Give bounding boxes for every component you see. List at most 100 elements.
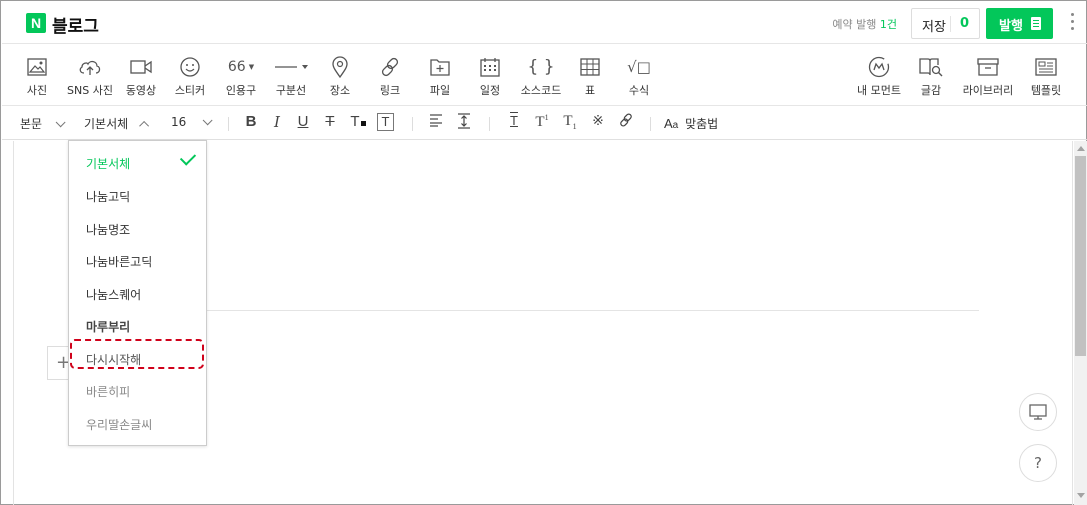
subscript-icon[interactable]: T1 [561, 113, 579, 131]
table-icon [578, 55, 602, 79]
background-color-icon[interactable]: T [377, 113, 394, 131]
toolbar-label: 템플릿 [1030, 84, 1062, 97]
more-options-icon[interactable] [1071, 13, 1075, 33]
link-icon [378, 55, 402, 79]
toolbar-sticker[interactable]: 스티커 [172, 45, 208, 105]
calendar-icon [478, 55, 502, 79]
book-search-icon [919, 55, 943, 79]
font-option-nanum-myeongjo[interactable]: 나눔명조 [86, 221, 130, 238]
align-left-icon[interactable] [427, 113, 445, 131]
save-label: 저장 [922, 20, 946, 35]
monitor-icon [1029, 404, 1047, 420]
insert-toolbar: 사진 SNS 사진 동영상 스티커 66 ▼ 인용구 구분선 장소 링크 파일 … [2, 45, 1087, 106]
toolbar-source-code[interactable]: { } 소스코드 [517, 45, 565, 105]
spellcheck-button[interactable]: Aa 맞춤법 [664, 115, 718, 132]
toolbar-label: 사진 [26, 84, 48, 97]
italic-icon[interactable]: I [268, 113, 286, 131]
formula-icon: √□ [627, 58, 651, 76]
strikethrough-icon[interactable]: T [321, 113, 339, 130]
font-option-urittal-handwriting[interactable]: 우리딸손글씨 [86, 416, 152, 433]
toolbar-divider[interactable]: 구분선 [272, 45, 310, 105]
scroll-down-arrow-icon[interactable] [1077, 493, 1085, 498]
format-divider [650, 117, 651, 131]
app-title[interactable]: 블로그 [52, 12, 99, 37]
toolbar-label: 표 [584, 84, 596, 97]
scroll-thumb[interactable] [1075, 156, 1086, 356]
toolbar-label: 내 모먼트 [857, 84, 901, 97]
toolbar-label: 파일 [429, 84, 451, 97]
quote-glyph: 66 [227, 59, 246, 75]
video-icon [129, 55, 153, 79]
scroll-up-arrow-icon[interactable] [1077, 146, 1085, 151]
help-button[interactable]: ? [1019, 444, 1057, 482]
save-divider [950, 16, 951, 32]
font-size-select[interactable]: 16 [171, 115, 213, 129]
font-option-barun-hippie[interactable]: 바른히피 [86, 383, 130, 400]
checkmark-icon [179, 149, 197, 166]
font-option-nanum-barun-gothic[interactable]: 나눔바른고딕 [86, 253, 152, 270]
toolbar-table[interactable]: 표 [575, 45, 605, 105]
map-pin-icon [328, 55, 352, 79]
toolbar-photo[interactable]: 사진 [22, 45, 52, 105]
font-option-nanum-square[interactable]: 나눔스퀘어 [86, 286, 141, 303]
template-icon [1034, 55, 1058, 79]
font-color-icon[interactable]: T [349, 113, 367, 130]
font-option-nanum-gothic[interactable]: 나눔고딕 [86, 188, 130, 205]
preview-button[interactable] [1019, 393, 1057, 431]
code-braces-icon: { } [527, 57, 555, 77]
font-option-maruburi[interactable]: 마루부리 [86, 318, 130, 335]
toolbar-template[interactable]: 템플릿 [1024, 45, 1068, 105]
underline-icon[interactable]: U [294, 113, 312, 130]
toolbar-quote[interactable]: 66 ▼ 인용구 [222, 45, 260, 105]
toolbar-file[interactable]: 파일 [424, 45, 456, 105]
naver-logo-icon[interactable]: N [26, 13, 46, 33]
font-family-select[interactable]: 기본서체 [84, 115, 150, 132]
publish-label: 발행 [999, 19, 1023, 34]
format-divider [489, 117, 490, 131]
font-option-label: 기본서체 [86, 157, 131, 171]
font-family-value: 기본서체 [84, 117, 129, 131]
vertical-scrollbar[interactable] [1074, 141, 1087, 505]
draft-count[interactable]: 0 [960, 16, 969, 31]
smiley-icon [178, 55, 202, 79]
top-bar: N 블로그 예약 발행 1건 저장 0 발행 [2, 2, 1087, 44]
toolbar-my-moment[interactable]: 내 모먼트 [854, 45, 904, 105]
toolbar-label: 링크 [379, 84, 401, 97]
toolbar-label: 장소 [329, 84, 351, 97]
toolbar-label: 스티커 [174, 84, 206, 97]
toolbar-label: 글감 [920, 84, 942, 97]
toolbar-label: 수식 [628, 84, 650, 97]
toolbar-label: 라이브러리 [962, 84, 1014, 97]
bold-icon[interactable]: B [242, 113, 260, 130]
chevron-up-icon [139, 120, 150, 131]
save-button[interactable]: 저장 0 [911, 8, 980, 39]
archive-icon [976, 55, 1000, 79]
toolbar-place[interactable]: 장소 [324, 45, 356, 105]
publish-button[interactable]: 발행 [986, 8, 1053, 39]
toolbar-formula[interactable]: √□ 수식 [622, 45, 656, 105]
cloud-upload-icon [78, 55, 102, 79]
reserved-posts-link[interactable]: 예약 발행 1건 [832, 16, 897, 32]
special-char-icon[interactable]: ※ [589, 113, 607, 129]
letter-spacing-icon[interactable]: T [505, 113, 523, 128]
line-height-icon[interactable] [455, 113, 473, 133]
font-option-basic[interactable]: 기본서체 [86, 155, 130, 172]
toolbar-schedule[interactable]: 일정 [474, 45, 506, 105]
toolbar-label: 구분선 [275, 84, 307, 97]
toolbar-label: 일정 [479, 84, 501, 97]
toolbar-link[interactable]: 링크 [374, 45, 406, 105]
file-plus-icon [428, 55, 452, 79]
editor-window: N 블로그 예약 발행 1건 저장 0 발행 사진 SNS 사진 동영상 스티커… [0, 0, 1087, 505]
toolbar-material[interactable]: 글감 [914, 45, 948, 105]
toolbar-video[interactable]: 동영상 [122, 45, 160, 105]
spellcheck-label: 맞춤법 [685, 117, 719, 131]
document-icon [1031, 17, 1041, 30]
link-icon[interactable] [617, 113, 635, 131]
highlight-annotation-box [70, 339, 204, 369]
toolbar-label: 인용구 [225, 84, 257, 97]
paragraph-style-select[interactable]: 본문 [20, 115, 66, 132]
toolbar-library[interactable]: 라이브러리 [960, 45, 1016, 105]
superscript-icon[interactable]: T1 [533, 113, 551, 131]
chevron-down-icon [55, 117, 66, 128]
toolbar-sns-photo[interactable]: SNS 사진 [65, 45, 115, 105]
